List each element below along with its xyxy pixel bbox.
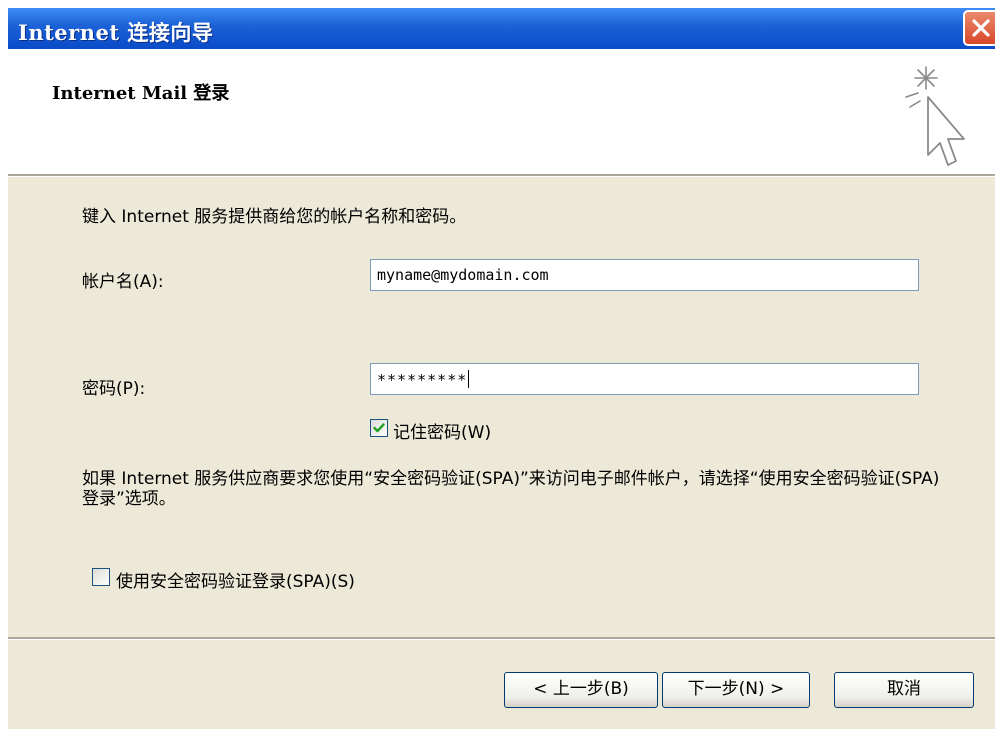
account-name-value: myname@mydomain.com xyxy=(377,266,549,284)
check-mark-icon xyxy=(373,423,385,433)
password-value: ********* xyxy=(377,371,468,389)
spa-info-text: 如果 Internet 服务供应商要求您使用“安全密码验证(SPA)”来访问电子… xyxy=(82,469,940,509)
page-heading: Internet Mail 登录 xyxy=(52,83,230,104)
account-name-label: 帐户名(A): xyxy=(82,272,164,292)
spa-login-checkbox[interactable] xyxy=(92,568,110,586)
password-label: 密码(P): xyxy=(82,379,146,399)
wizard-footer: < 上一步(B) 下一步(N) > 取消 xyxy=(8,640,995,729)
close-button[interactable] xyxy=(963,10,995,46)
remember-password-checkbox[interactable] xyxy=(370,419,388,437)
wizard-content: 键入 Internet 服务提供商给您的帐户名称和密码。 帐户名(A): myn… xyxy=(8,177,995,637)
close-icon xyxy=(972,19,990,37)
next-button[interactable]: 下一步(N) > xyxy=(662,672,810,708)
remember-password-label[interactable]: 记住密码(W) xyxy=(393,418,491,443)
wizard-header: Internet Mail 登录 xyxy=(8,49,995,174)
title-bar[interactable]: Internet 连接向导 xyxy=(8,8,995,49)
window-title: Internet 连接向导 xyxy=(18,20,214,45)
intro-text: 键入 Internet 服务提供商给您的帐户名称和密码。 xyxy=(82,207,467,227)
text-caret xyxy=(468,370,470,388)
account-name-input[interactable]: myname@mydomain.com xyxy=(370,259,919,291)
password-input[interactable]: ********* xyxy=(370,363,919,395)
cancel-button[interactable]: 取消 xyxy=(834,672,974,708)
back-button[interactable]: < 上一步(B) xyxy=(504,672,658,708)
spa-login-label[interactable]: 使用安全密码验证登录(SPA)(S) xyxy=(116,567,355,592)
wizard-sparkle-cursor-icon xyxy=(905,66,965,166)
